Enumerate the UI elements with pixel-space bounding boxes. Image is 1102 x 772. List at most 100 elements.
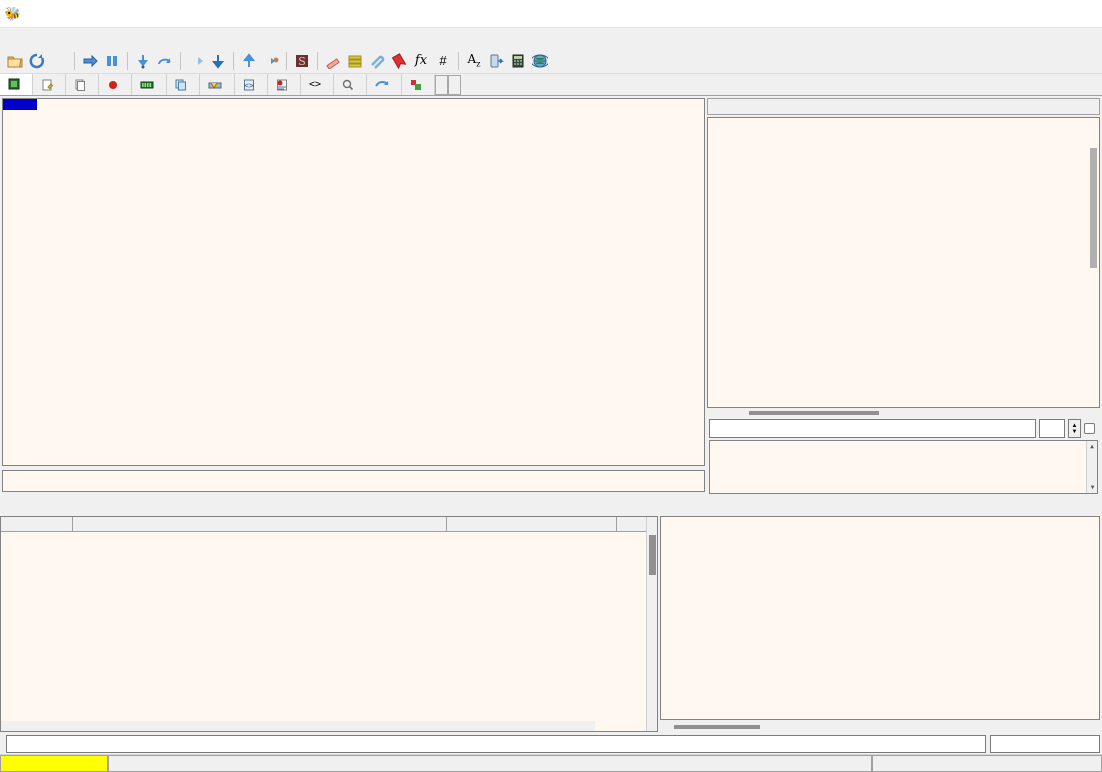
menu-item-favourites[interactable]: [86, 36, 102, 40]
references-icon: [342, 79, 354, 90]
menu-item-tracing[interactable]: [54, 36, 70, 40]
hide-fpu-button[interactable]: [707, 98, 1100, 116]
tab-scroll-left-button[interactable]: [435, 74, 449, 95]
command-bar: [0, 734, 1102, 754]
unlocked-checkbox-group[interactable]: [1084, 423, 1098, 435]
step-out-icon[interactable]: [207, 50, 229, 72]
title-bar: 🐝: [0, 0, 1102, 28]
dump-col-address[interactable]: [1, 517, 73, 531]
eip-arrow-head: [3, 99, 9, 107]
minimize-button[interactable]: [964, 0, 1010, 28]
execute-till-return-icon[interactable]: [185, 50, 207, 72]
dump-hscrollbar[interactable]: [1, 721, 595, 731]
menu-item-help[interactable]: [118, 36, 134, 40]
menu-bar: [0, 28, 1102, 48]
stop-icon[interactable]: [48, 50, 70, 72]
function-icon: fx: [414, 53, 428, 68]
tab-notes[interactable]: [66, 74, 99, 95]
arg-count-input[interactable]: [1039, 419, 1065, 439]
log-icon: [42, 79, 53, 90]
command-input[interactable]: [6, 735, 986, 753]
pause-icon[interactable]: [101, 50, 123, 72]
phone-icon[interactable]: [485, 50, 507, 72]
tab-source[interactable]: <>: [301, 74, 335, 95]
dump-header-row: [1, 517, 657, 532]
disassembly-status-line: [2, 470, 705, 492]
script-icon: <>: [244, 79, 254, 90]
run-icon[interactable]: [79, 50, 101, 72]
stack-hscrollbar[interactable]: [660, 722, 1100, 732]
step-into-icon[interactable]: [132, 50, 154, 72]
tab-cpu[interactable]: [0, 74, 33, 95]
threads-icon: [375, 80, 389, 87]
bottom-area: [0, 494, 1102, 734]
toolbar-separator: [458, 51, 459, 70]
call-stack-icon: [175, 79, 186, 90]
scylla-icon[interactable]: S: [291, 50, 313, 72]
eraser-icon[interactable]: [322, 50, 344, 72]
arguments-scrollbar[interactable]: ▲ ▼: [1086, 441, 1097, 493]
breakpoint-icon: [109, 80, 117, 89]
tab-references[interactable]: [334, 74, 368, 95]
log-icon[interactable]: [344, 50, 366, 72]
tab-scroll-right-button[interactable]: [448, 74, 462, 95]
dump-vscrollbar[interactable]: [646, 517, 657, 731]
arguments-list[interactable]: ▲ ▼: [709, 440, 1098, 494]
status-time-wasted: [872, 755, 1102, 772]
scroll-up-icon[interactable]: ▲: [1087, 441, 1097, 452]
skip-icon[interactable]: [260, 50, 282, 72]
registers-hscrollbar[interactable]: [709, 409, 1098, 417]
toolbar-separator: [180, 51, 181, 70]
menu-item-plugins[interactable]: [70, 36, 86, 40]
dump-grid[interactable]: [0, 516, 658, 732]
bookmark-icon[interactable]: [388, 50, 410, 72]
stack-list[interactable]: [660, 516, 1100, 720]
dump-col-hex[interactable]: [73, 517, 447, 531]
tab-seh[interactable]: [200, 74, 235, 95]
arg-count-stepper[interactable]: ▲ ▼: [1068, 419, 1081, 439]
tab-breakpoints[interactable]: [99, 74, 132, 95]
hash-icon[interactable]: #: [432, 50, 454, 72]
menu-item-view[interactable]: [22, 36, 38, 40]
registers-panel: ▲ ▼ ▲ ▼: [707, 96, 1102, 494]
tab-symbols[interactable]: [268, 74, 301, 95]
font-icon[interactable]: Az: [463, 50, 485, 72]
tab-memory-map[interactable]: [132, 74, 167, 95]
menu-item-debug[interactable]: [38, 36, 54, 40]
toolbar-separator: [127, 51, 128, 70]
toolbar-separator: [286, 51, 287, 70]
memory-map-icon: [140, 81, 154, 88]
step-over-icon[interactable]: [154, 50, 176, 72]
svg-text:S: S: [298, 55, 306, 68]
restart-icon[interactable]: [26, 50, 48, 72]
maximize-button[interactable]: [1010, 0, 1056, 28]
close-button[interactable]: [1056, 0, 1102, 28]
tab-handles[interactable]: [402, 74, 436, 95]
scroll-down-icon[interactable]: ▼: [1087, 482, 1097, 493]
dump-col-ascii[interactable]: [447, 517, 617, 531]
menu-item-options[interactable]: [102, 36, 118, 40]
tab-script[interactable]: <>: [235, 74, 268, 95]
registers-list[interactable]: [707, 117, 1100, 409]
run-to-user-code-icon[interactable]: [238, 50, 260, 72]
tab-log[interactable]: [33, 74, 66, 95]
command-profile-select[interactable]: [990, 735, 1100, 753]
menu-item-file[interactable]: [6, 36, 22, 40]
tab-call-stack[interactable]: [167, 74, 200, 95]
attach-icon[interactable]: [366, 50, 388, 72]
disassembly-panel: [0, 96, 707, 494]
unlocked-checkbox[interactable]: [1084, 423, 1095, 435]
notes-icon: [75, 79, 85, 91]
calling-convention-select[interactable]: [709, 419, 1036, 439]
seh-icon: [208, 82, 222, 89]
calculator-icon[interactable]: [507, 50, 529, 72]
registers-scrollbar[interactable]: [1090, 148, 1097, 269]
toolbar: S fx # Az: [0, 48, 1102, 74]
globe-icon[interactable]: [529, 50, 551, 72]
handles-icon: [411, 79, 422, 90]
disassembly-list[interactable]: [2, 98, 705, 466]
tab-threads[interactable]: [367, 74, 403, 95]
main-area: ▲ ▼ ▲ ▼: [0, 96, 1102, 494]
status-badge: [0, 755, 108, 772]
open-file-icon[interactable]: [4, 50, 26, 72]
